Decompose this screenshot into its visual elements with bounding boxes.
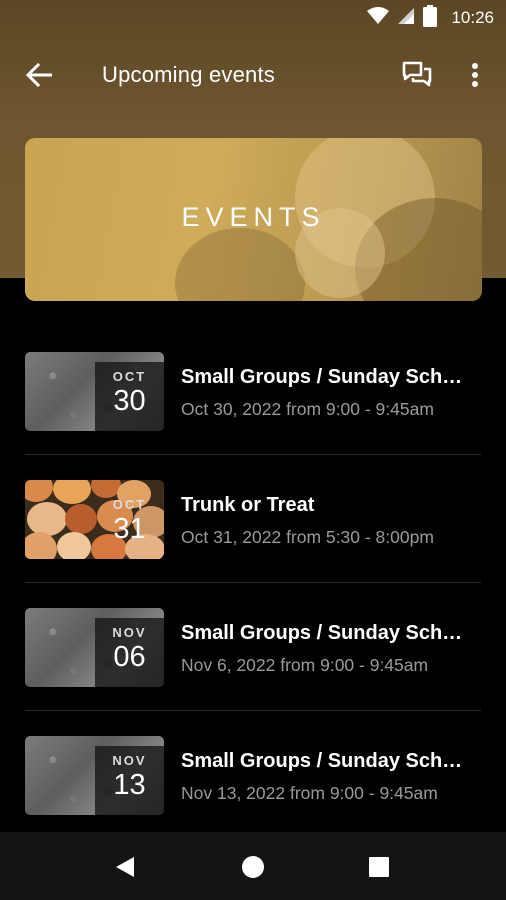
event-title: Small Groups / Sunday Sch… (181, 366, 463, 388)
app-bar: Upcoming events (0, 44, 506, 106)
system-nav-bar (0, 832, 506, 900)
banner-title: EVENTS (181, 202, 326, 232)
nav-home-button[interactable] (236, 850, 270, 884)
pumpkin-shape (53, 480, 91, 504)
date-day: 30 (113, 385, 146, 417)
signal-icon (397, 7, 415, 30)
divider (25, 582, 481, 583)
nav-recents-button[interactable] (362, 850, 396, 884)
back-button[interactable] (22, 60, 56, 90)
pumpkin-shape (57, 532, 91, 559)
pumpkin-shape (25, 480, 53, 502)
banner-photo-shape (175, 228, 305, 301)
arrow-back-icon (26, 63, 52, 87)
date-month: NOV (112, 753, 147, 768)
pumpkin-shape (65, 504, 97, 534)
date-badge: OCT 31 (95, 490, 164, 559)
event-title: Small Groups / Sunday Sch… (181, 750, 463, 772)
battery-icon (423, 4, 438, 32)
more-options-button[interactable] (462, 58, 488, 92)
wifi-icon (367, 6, 390, 30)
pumpkin-shape (27, 502, 67, 536)
more-vert-icon (472, 63, 478, 87)
status-time: 10:26 (451, 8, 494, 27)
event-row[interactable]: NOV 06 Small Groups / Sunday Sch… Nov 6,… (25, 592, 481, 720)
nav-back-button[interactable] (108, 850, 142, 884)
date-day: 13 (113, 769, 146, 801)
date-month: NOV (112, 625, 147, 640)
date-day: 31 (113, 513, 146, 545)
date-badge: OCT 30 (95, 362, 164, 431)
event-row[interactable]: OCT 31 Trunk or Treat Oct 31, 2022 from … (25, 464, 481, 592)
divider (25, 710, 481, 711)
date-day: 06 (113, 641, 146, 673)
date-badge: NOV 06 (95, 618, 164, 687)
event-thumbnail: OCT 31 (25, 480, 164, 559)
event-thumbnail: NOV 06 (25, 608, 164, 687)
event-datetime: Oct 30, 2022 from 9:00 - 9:45am (181, 399, 434, 419)
event-row[interactable]: OCT 30 Small Groups / Sunday Sch… Oct 30… (25, 336, 481, 464)
event-thumbnail: NOV 13 (25, 736, 164, 815)
recents-square-icon (369, 857, 389, 877)
date-month: OCT (112, 497, 147, 512)
chat-button[interactable] (399, 58, 435, 92)
screen: 10:26 Upcoming events EVENTS OCT 30 Smal… (0, 0, 506, 900)
events-banner[interactable]: EVENTS (25, 138, 482, 301)
date-badge: NOV 13 (95, 746, 164, 815)
event-datetime: Nov 13, 2022 from 9:00 - 9:45am (181, 783, 438, 803)
event-title: Trunk or Treat (181, 494, 315, 516)
pumpkin-shape (25, 532, 57, 559)
back-triangle-icon (116, 857, 134, 877)
home-circle-icon (242, 856, 264, 878)
event-title: Small Groups / Sunday Sch… (181, 622, 463, 644)
page-title: Upcoming events (102, 62, 275, 87)
date-month: OCT (112, 369, 147, 384)
event-datetime: Nov 6, 2022 from 9:00 - 9:45am (181, 655, 429, 675)
event-thumbnail: OCT 30 (25, 352, 164, 431)
event-datetime: Oct 31, 2022 from 5:30 - 8:00pm (181, 527, 434, 547)
divider (25, 454, 481, 455)
chat-bubbles-icon (402, 61, 432, 87)
status-bar: 10:26 (0, 0, 506, 36)
event-row[interactable]: NOV 13 Small Groups / Sunday Sch… Nov 13… (25, 720, 481, 848)
